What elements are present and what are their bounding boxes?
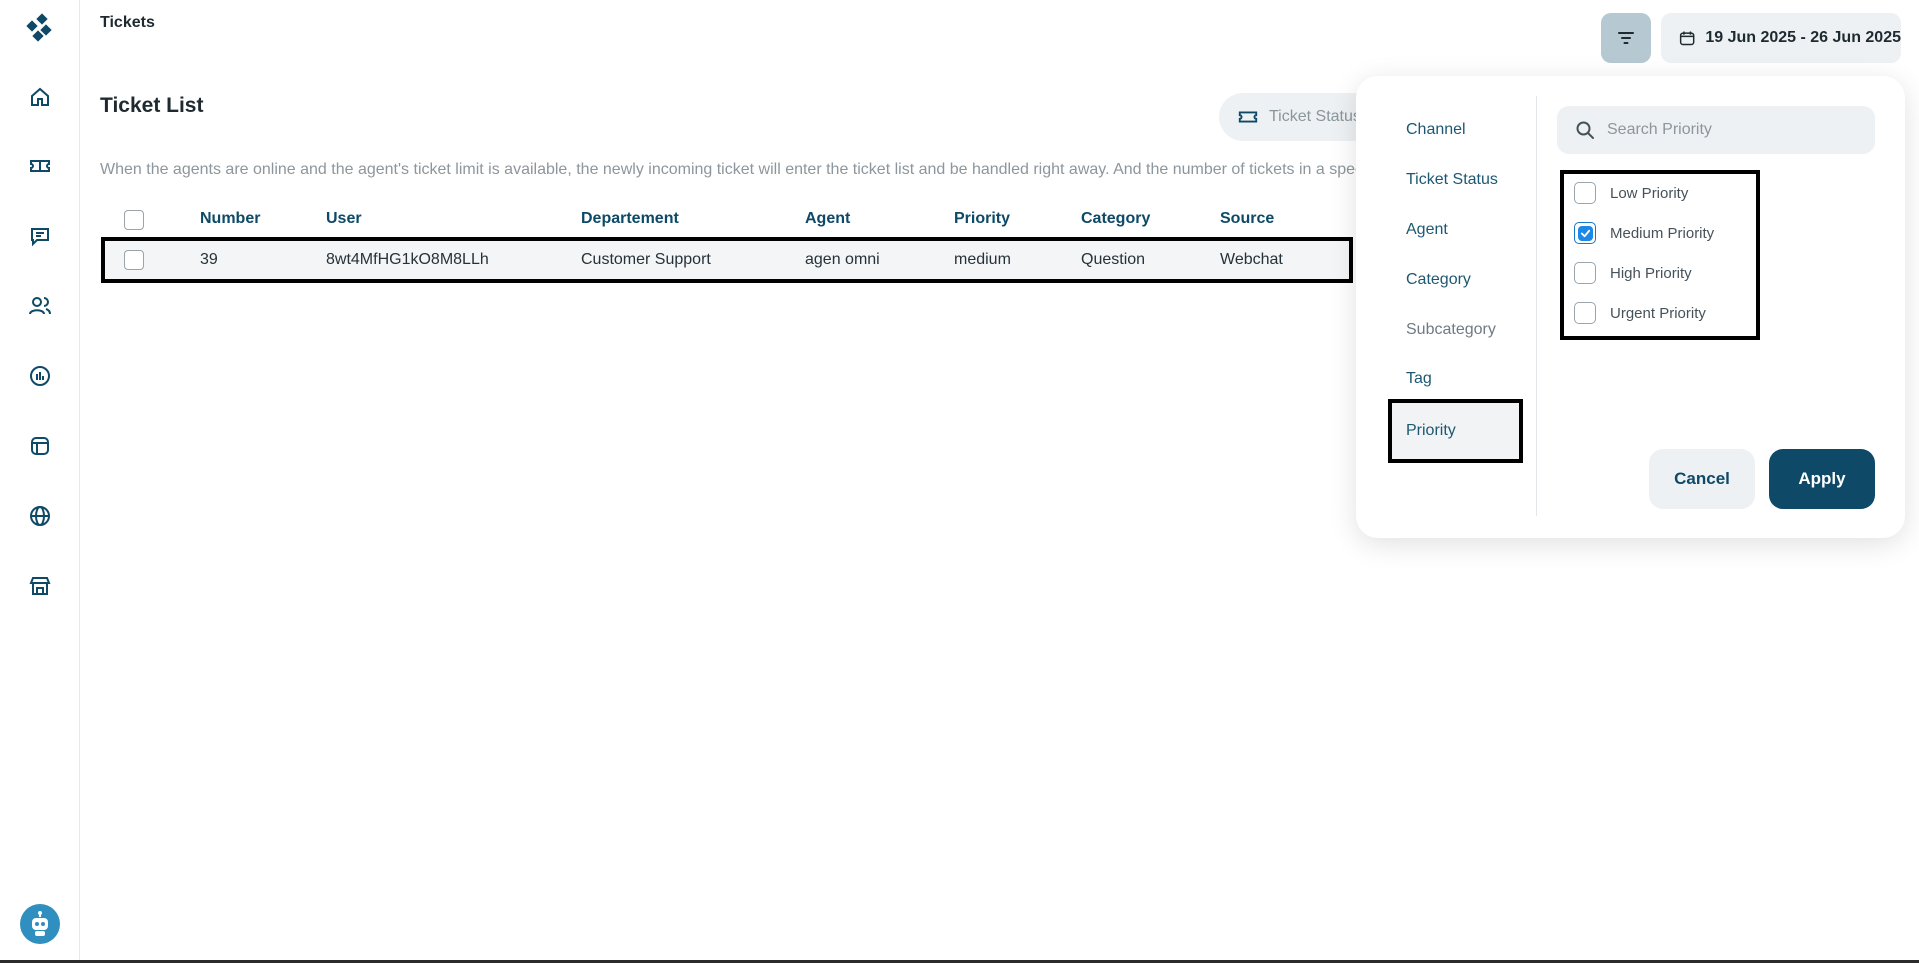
filter-category-category[interactable]: Category — [1406, 271, 1471, 289]
filter-button[interactable] — [1601, 13, 1651, 63]
ticket-icon — [1238, 111, 1258, 123]
filter-category-tag[interactable]: Tag — [1406, 370, 1432, 388]
cell-agent: agen omni — [805, 251, 880, 268]
urgent-priority-checkbox[interactable] — [1574, 302, 1596, 324]
cancel-button[interactable]: Cancel — [1649, 449, 1755, 509]
column-header-user[interactable]: User — [326, 210, 362, 228]
option-medium-priority[interactable]: Medium Priority — [1574, 222, 1714, 244]
sidebar — [0, 0, 80, 963]
users-icon[interactable] — [26, 292, 54, 320]
low-priority-checkbox[interactable] — [1574, 182, 1596, 204]
column-header-priority[interactable]: Priority — [954, 210, 1010, 228]
date-range-picker[interactable]: 19 Jun 2025 - 26 Jun 2025 — [1661, 13, 1901, 63]
priority-search-box[interactable] — [1557, 106, 1875, 154]
cell-user: 8wt4MfHG1kO8M8LLh — [326, 251, 489, 268]
search-icon — [1576, 121, 1594, 139]
report-icon[interactable] — [26, 362, 54, 390]
option-label: Urgent Priority — [1610, 304, 1706, 322]
calendar-icon — [1679, 31, 1695, 46]
column-header-department[interactable]: Departement — [581, 210, 679, 228]
filter-category-agent[interactable]: Agent — [1406, 221, 1448, 239]
option-urgent-priority[interactable]: Urgent Priority — [1574, 302, 1706, 324]
table-header: Number User Departement Agent Priority C… — [100, 206, 1360, 236]
cell-category: Question — [1081, 251, 1146, 268]
filter-category-subcategory[interactable]: Subcategory — [1406, 321, 1496, 339]
robot-icon — [32, 911, 48, 936]
logo-icon[interactable] — [24, 12, 56, 44]
table-row[interactable]: 39 8wt4MfHG1kO8M8LLh Customer Support ag… — [101, 237, 1353, 283]
popover-divider — [1536, 96, 1537, 516]
store-icon[interactable] — [26, 572, 54, 600]
bot-avatar[interactable] — [20, 904, 60, 944]
option-label: High Priority — [1610, 264, 1692, 282]
home-icon[interactable] — [26, 83, 54, 111]
info-text: When the agents are online and the agent… — [100, 161, 1360, 178]
priority-options: Low Priority Medium Priority High Priori… — [1560, 170, 1760, 340]
chat-icon[interactable] — [26, 222, 54, 250]
option-low-priority[interactable]: Low Priority — [1574, 182, 1688, 204]
column-header-number[interactable]: Number — [200, 210, 260, 228]
cell-number: 39 — [200, 251, 218, 268]
filter-icon — [1618, 32, 1634, 44]
ticket-icon[interactable] — [26, 152, 54, 180]
globe-icon[interactable] — [26, 502, 54, 530]
filter-category-priority[interactable]: Priority — [1388, 399, 1523, 463]
ticket-list-title: Ticket List — [100, 94, 204, 117]
priority-search-input[interactable] — [1607, 121, 1847, 139]
select-all-checkbox[interactable] — [124, 210, 144, 230]
option-label: Medium Priority — [1610, 224, 1715, 242]
column-header-agent[interactable]: Agent — [805, 210, 850, 228]
column-header-category[interactable]: Category — [1081, 210, 1150, 228]
cell-source: Webchat — [1220, 251, 1283, 268]
medium-priority-checkbox[interactable] — [1574, 222, 1596, 244]
filter-category-ticket-status[interactable]: Ticket Status — [1406, 171, 1498, 189]
ticket-status-label: Ticket Status — [1269, 108, 1361, 125]
filter-category-channel[interactable]: Channel — [1406, 121, 1466, 139]
high-priority-checkbox[interactable] — [1574, 262, 1596, 284]
option-high-priority[interactable]: High Priority — [1574, 262, 1692, 284]
row-checkbox[interactable] — [124, 250, 144, 270]
filter-popover: Channel Ticket Status Agent Category Sub… — [1356, 76, 1905, 538]
cell-department: Customer Support — [581, 251, 711, 268]
template-icon[interactable] — [26, 432, 54, 460]
cell-priority: medium — [954, 251, 1011, 268]
date-range-label: 19 Jun 2025 - 26 Jun 2025 — [1705, 29, 1901, 46]
option-label: Low Priority — [1610, 184, 1689, 202]
page-title: Tickets — [100, 14, 155, 31]
apply-button[interactable]: Apply — [1769, 449, 1875, 509]
check-icon — [1580, 229, 1590, 237]
column-header-source[interactable]: Source — [1220, 210, 1274, 228]
